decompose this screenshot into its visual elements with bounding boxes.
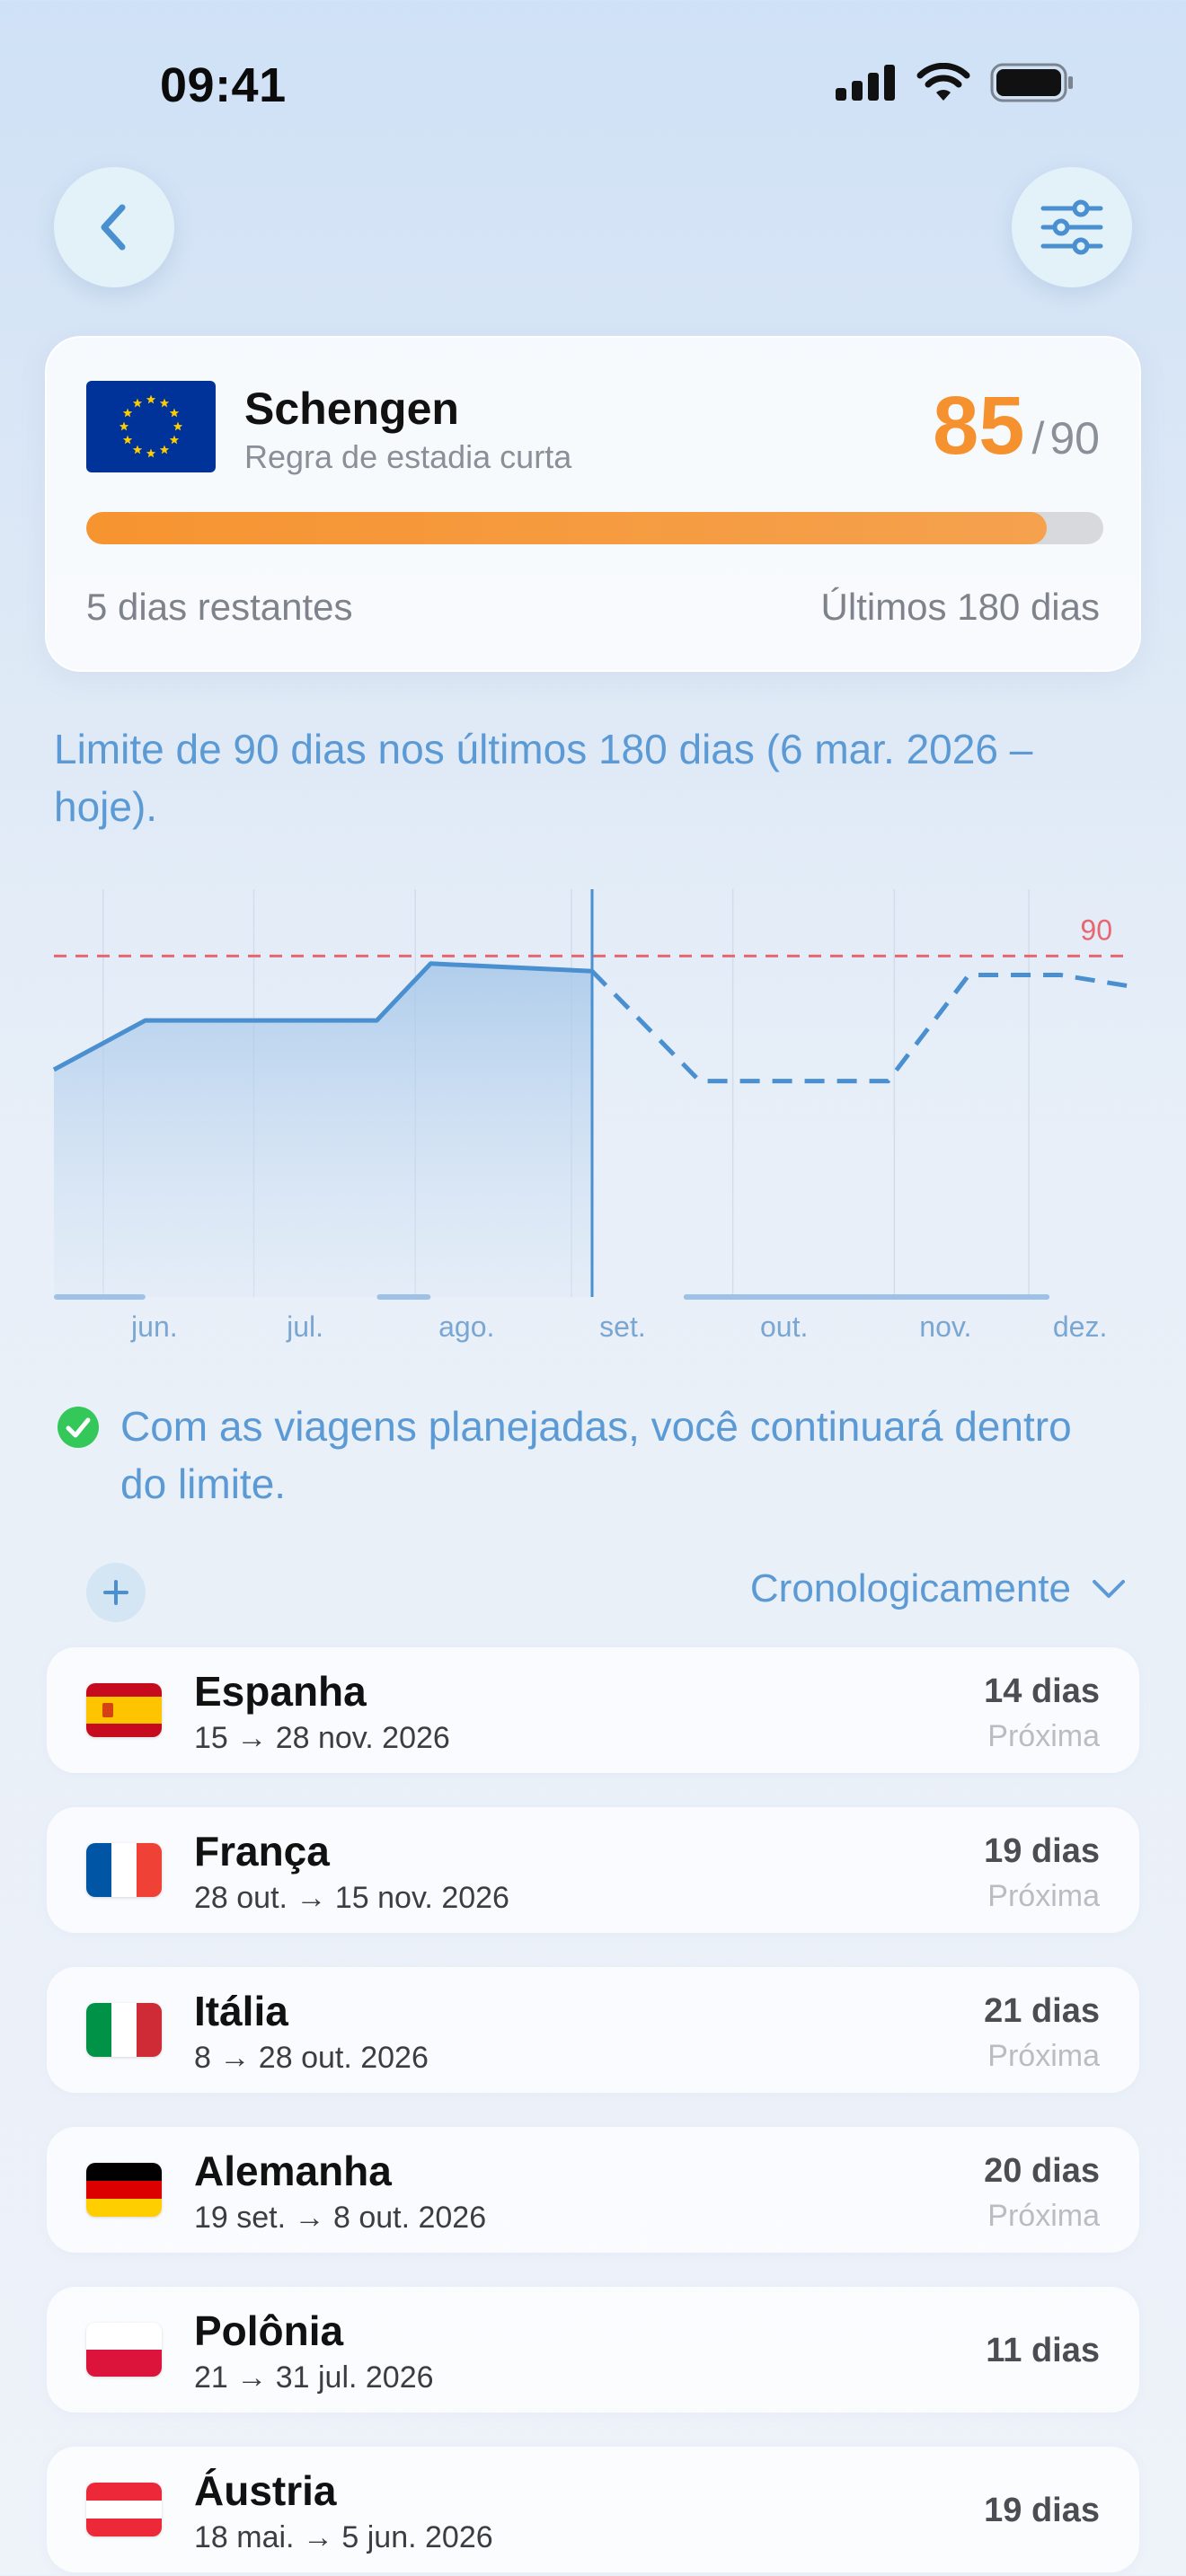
- actual-area: [54, 963, 592, 1297]
- projected-usage-line: [590, 969, 1131, 1084]
- eu-flag-icon: [86, 381, 216, 472]
- trip-days: 19 dias: [984, 2492, 1100, 2529]
- days-max: 90: [1049, 413, 1100, 463]
- cellular-signal-icon: [836, 65, 895, 101]
- sliders-icon: [1040, 199, 1103, 255]
- italy-flag-icon: [86, 2003, 162, 2057]
- status-message: Com as viagens planejadas, você continua…: [58, 1398, 1118, 1513]
- trip-bar: [54, 1294, 146, 1300]
- trip-days: 21 dias: [984, 1992, 1100, 2030]
- trip-row[interactable]: Itália 8 → 28 out. 2026 21 dias Próxima: [47, 1967, 1139, 2093]
- trip-dates: 21 → 31 jul. 2026: [194, 2360, 434, 2395]
- status-icons: [836, 63, 1075, 102]
- chevron-down-icon: [1093, 1580, 1125, 1598]
- trip-days: 20 dias: [984, 2152, 1100, 2190]
- trip-list: Espanha 15 → 28 nov. 2026 14 dias Próxima Fr…: [47, 1647, 1139, 2576]
- check-circle-icon: [58, 1407, 99, 1448]
- trip-country: Polônia: [194, 2307, 344, 2354]
- france-flag-icon: [86, 1843, 162, 1897]
- trip-dates: 19 set. → 8 out. 2026: [194, 2201, 487, 2235]
- trip-bar: [376, 1294, 431, 1300]
- trip-row[interactable]: Espanha 15 → 28 nov. 2026 14 dias Próxima: [47, 1647, 1139, 1773]
- trip-dates: 15 → 28 nov. 2026: [194, 1721, 450, 1755]
- limit-label: 90: [1080, 913, 1112, 946]
- trip-dates: 8 → 28 out. 2026: [194, 2041, 429, 2075]
- germany-flag-icon: [86, 2163, 162, 2217]
- month-tick-label: dez.: [1053, 1310, 1107, 1343]
- trip-bar: [683, 1294, 1050, 1300]
- status-message-text: Com as viagens planejadas, você continua…: [120, 1403, 1072, 1507]
- usage-progress-bar: [86, 512, 1103, 544]
- limit-description: Limite de 90 dias nos últimos 180 dias (…: [54, 726, 1033, 830]
- trip-country: Espanha: [194, 1668, 367, 1715]
- battery-icon: [990, 63, 1073, 102]
- austria-flag-icon: [86, 2483, 162, 2536]
- filter-button[interactable]: [1012, 167, 1132, 287]
- plus-icon: [103, 1580, 128, 1605]
- back-button[interactable]: [54, 167, 174, 287]
- region-title: Schengen: [244, 384, 459, 434]
- trip-days: 14 dias: [984, 1672, 1100, 1710]
- days-counter: 85 / 90: [933, 379, 1100, 473]
- month-tick-label: set.: [599, 1310, 646, 1343]
- trip-country: Itália: [194, 1988, 288, 2034]
- trip-status: Próxima: [987, 2039, 1100, 2073]
- trip-row[interactable]: Áustria 18 mai. → 5 jun. 2026 19 dias: [47, 2447, 1139, 2572]
- sort-label: Cronologicamente: [749, 1566, 1071, 1610]
- trip-dates: 18 mai. → 5 jun. 2026: [194, 2520, 493, 2554]
- usage-chart: jun. jul. ago. set. out. nov. dez. 90: [52, 889, 1131, 1343]
- trip-status: Próxima: [987, 2199, 1100, 2233]
- trip-country: Alemanha: [194, 2148, 392, 2194]
- trip-days: 11 dias: [986, 2332, 1100, 2369]
- wifi-icon: [916, 63, 970, 101]
- days-used: 85: [933, 380, 1025, 472]
- schengen-summary-card: Schengen Regra de estadia curta 85 / 90 …: [45, 336, 1141, 672]
- add-trip-button[interactable]: [86, 1563, 146, 1622]
- month-tick-label: jun.: [130, 1310, 178, 1343]
- chevron-left-icon: [101, 204, 126, 251]
- trip-row[interactable]: Alemanha 19 set. → 8 out. 2026 20 dias Próx…: [47, 2127, 1139, 2253]
- spain-flag-icon: [86, 1683, 162, 1737]
- usage-progress-fill: [86, 512, 1047, 544]
- poland-flag-icon: [86, 2323, 162, 2377]
- trip-status: Próxima: [987, 1719, 1100, 1753]
- month-tick-label: out.: [760, 1310, 808, 1343]
- trip-days: 19 dias: [984, 1832, 1100, 1870]
- region-subtitle: Regra de estadia curta: [244, 438, 572, 475]
- month-tick-label: ago.: [438, 1310, 494, 1343]
- trip-row[interactable]: França 28 out. → 15 nov. 2026 19 dias Próxi…: [47, 1807, 1139, 1933]
- sort-dropdown[interactable]: Cronologicamente: [750, 1566, 1127, 1611]
- trip-country: Áustria: [194, 2467, 337, 2514]
- status-time: 09:41: [160, 58, 287, 112]
- trip-dates: 28 out. → 15 nov. 2026: [194, 1881, 509, 1915]
- trip-country: França: [194, 1828, 330, 1875]
- month-tick-label: nov.: [919, 1310, 971, 1343]
- window-label: Últimos 180 dias: [820, 586, 1100, 628]
- days-remaining: 5 dias restantes: [86, 586, 353, 628]
- trip-row[interactable]: Polônia 21 → 31 jul. 2026 11 dias: [47, 2287, 1139, 2413]
- trip-status: Próxima: [987, 1879, 1100, 1913]
- month-tick-label: jul.: [286, 1310, 323, 1343]
- counter-separator: /: [1031, 413, 1045, 463]
